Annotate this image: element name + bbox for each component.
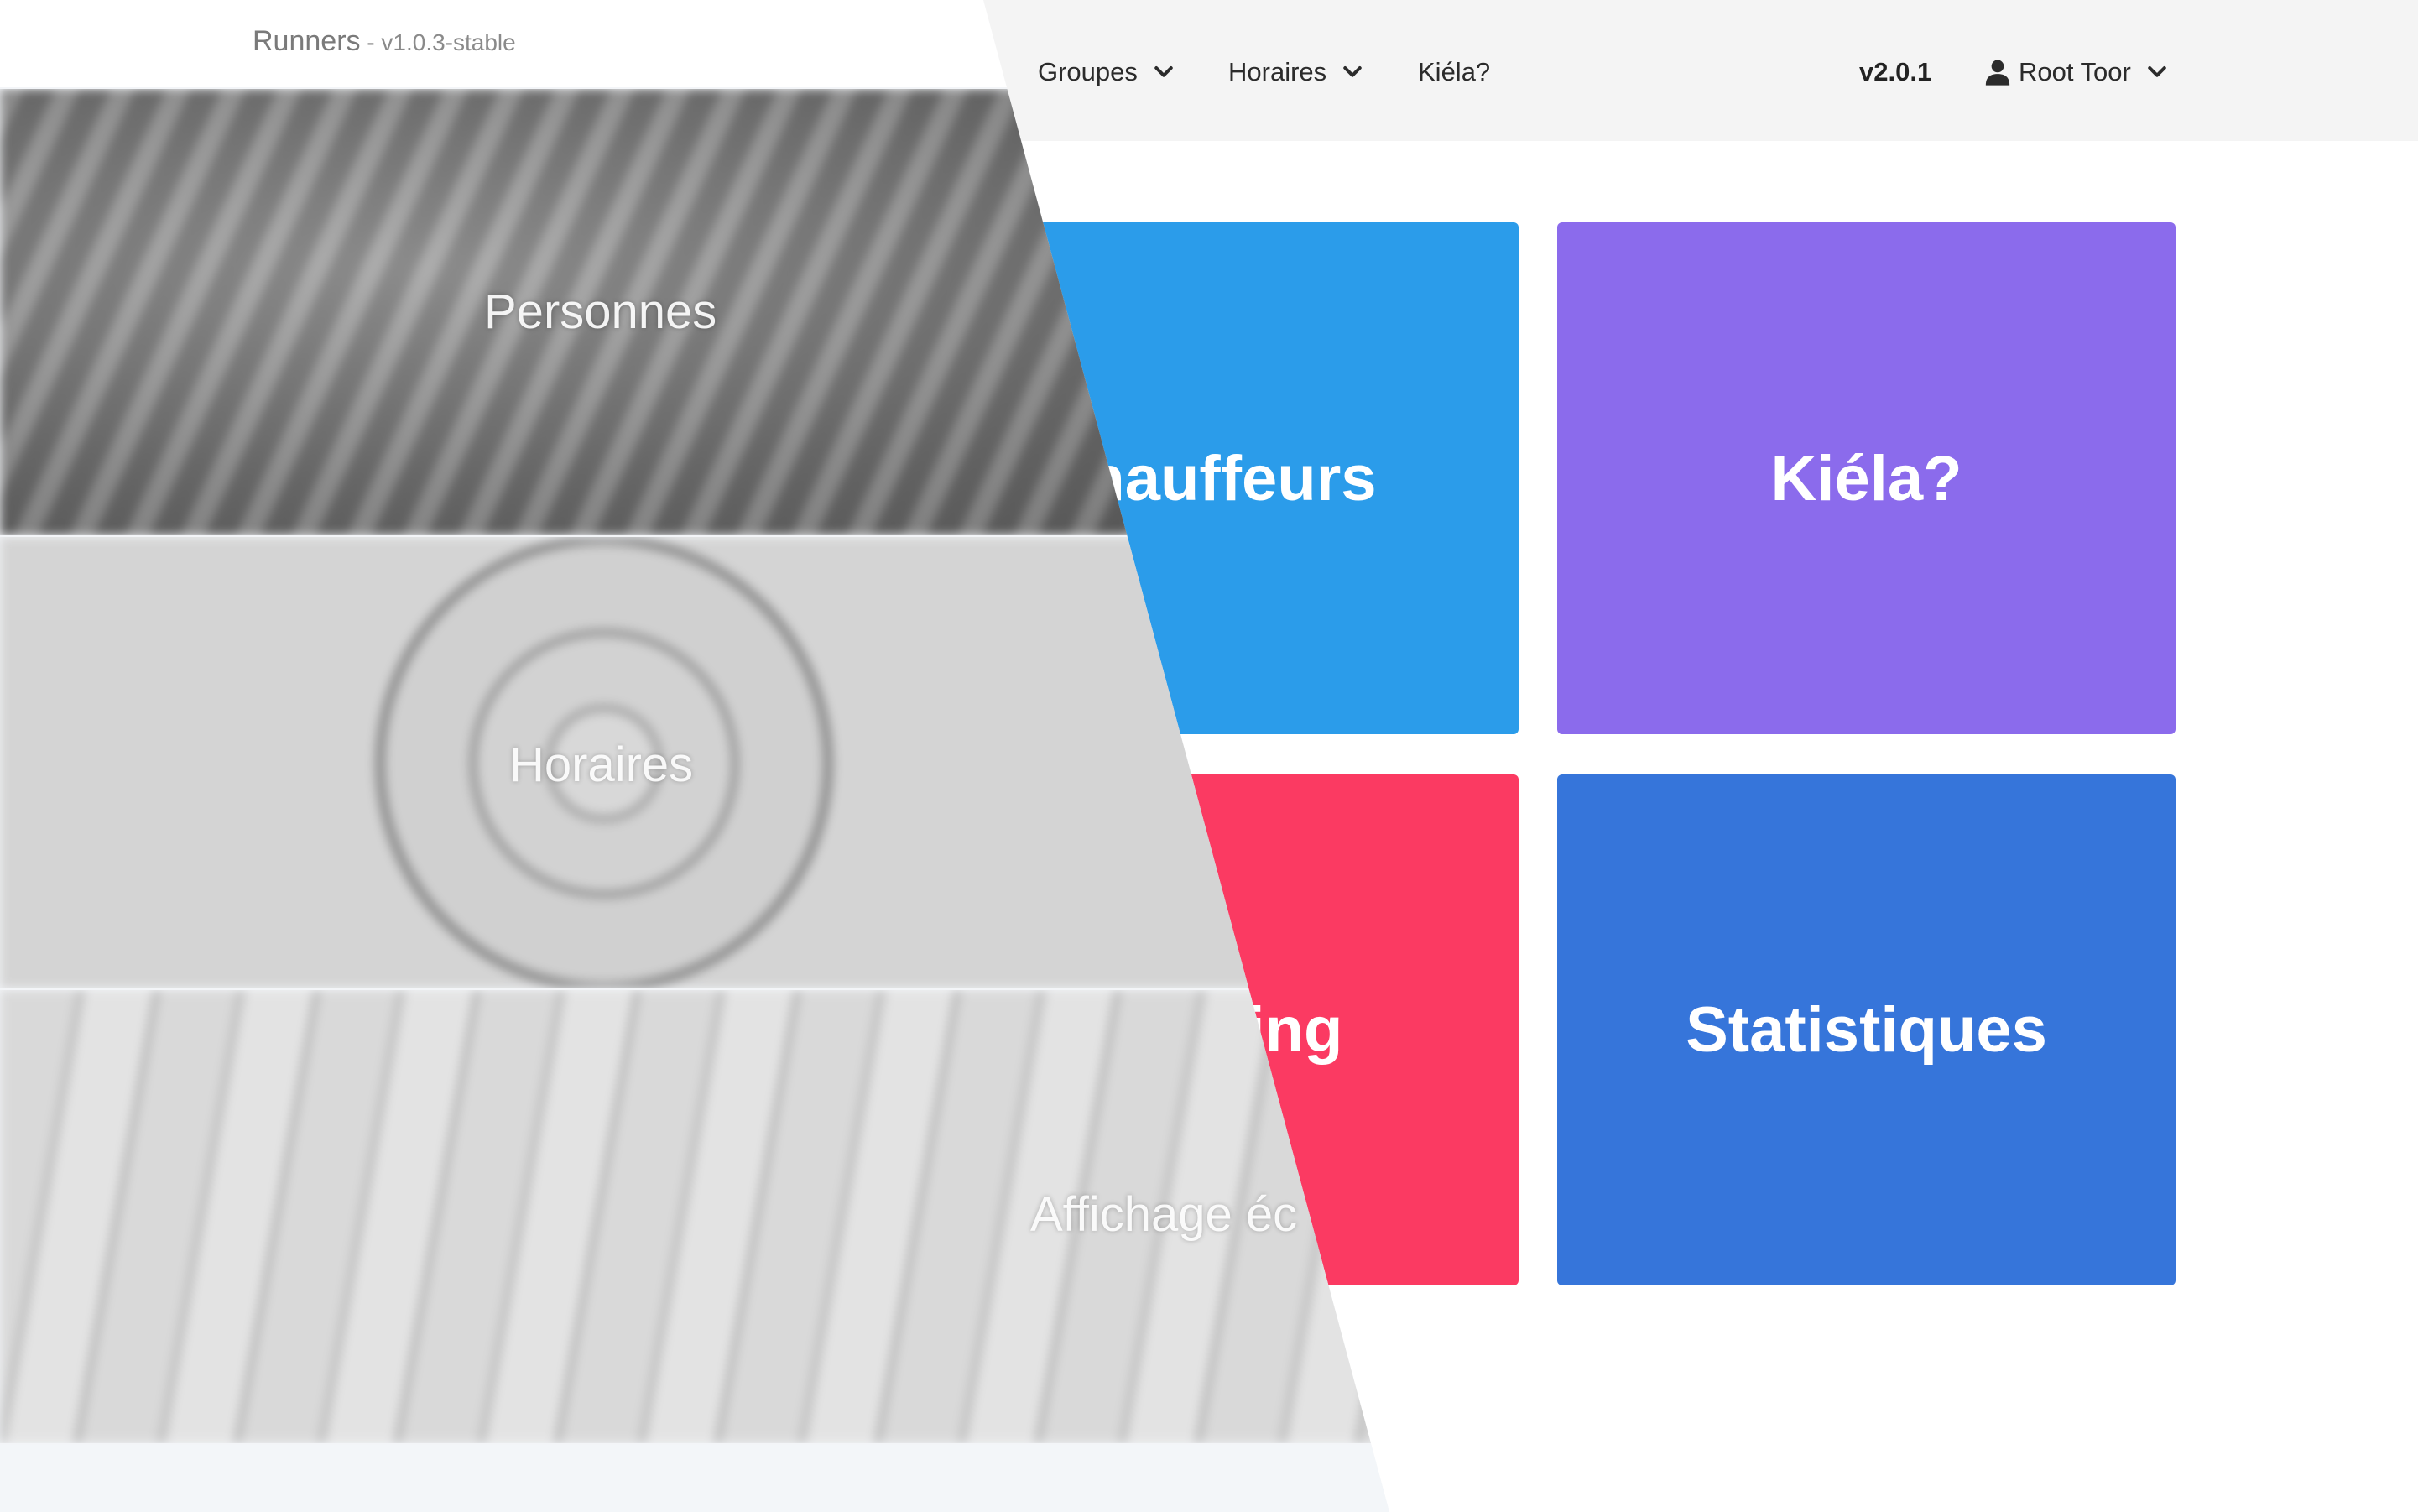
chevron-down-icon <box>1343 66 1362 77</box>
nav-kiela-link[interactable]: Kiéla? <box>1418 54 1490 91</box>
tile-statistiques[interactable]: Statistiques <box>1557 774 2176 1285</box>
panel-affichage[interactable]: Affichage éc <box>0 990 1389 1443</box>
version-text: v2.0.1 <box>1859 57 1932 86</box>
chevron-down-icon <box>1154 66 1173 77</box>
tile-statistiques-label: Statistiques <box>1686 994 2047 1066</box>
panel-horaires-label: Horaires <box>509 738 694 792</box>
nav-horaires-dropdown[interactable]: Horaires <box>1228 54 1365 91</box>
old-footer <box>0 1445 1389 1512</box>
old-brand[interactable]: Runners - v1.0.3-stable <box>253 25 516 58</box>
old-brand-name: Runners <box>253 25 361 57</box>
chevron-down-icon <box>2148 66 2166 77</box>
version-label: v2.0.1 <box>1859 54 1931 91</box>
nav-groupes-label: Groupes <box>1038 57 1138 86</box>
user-menu-dropdown[interactable]: Root Toor <box>1983 54 2170 91</box>
nav-kiela-label: Kiéla? <box>1418 57 1491 86</box>
panel-affichage-label: Affichage éc <box>1030 1187 1298 1242</box>
user-name-label: Root Toor <box>2019 57 2131 86</box>
nav-horaires-label: Horaires <box>1228 57 1327 86</box>
panel-personnes-label: Personnes <box>484 284 717 339</box>
user-icon <box>1985 60 2010 86</box>
old-brand-version: - v1.0.3-stable <box>360 29 516 55</box>
nav-groupes-dropdown[interactable]: Groupes <box>1038 54 1176 91</box>
tile-kiela[interactable]: Kiéla? <box>1557 222 2176 734</box>
tile-kiela-label: Kiéla? <box>1770 442 1962 514</box>
